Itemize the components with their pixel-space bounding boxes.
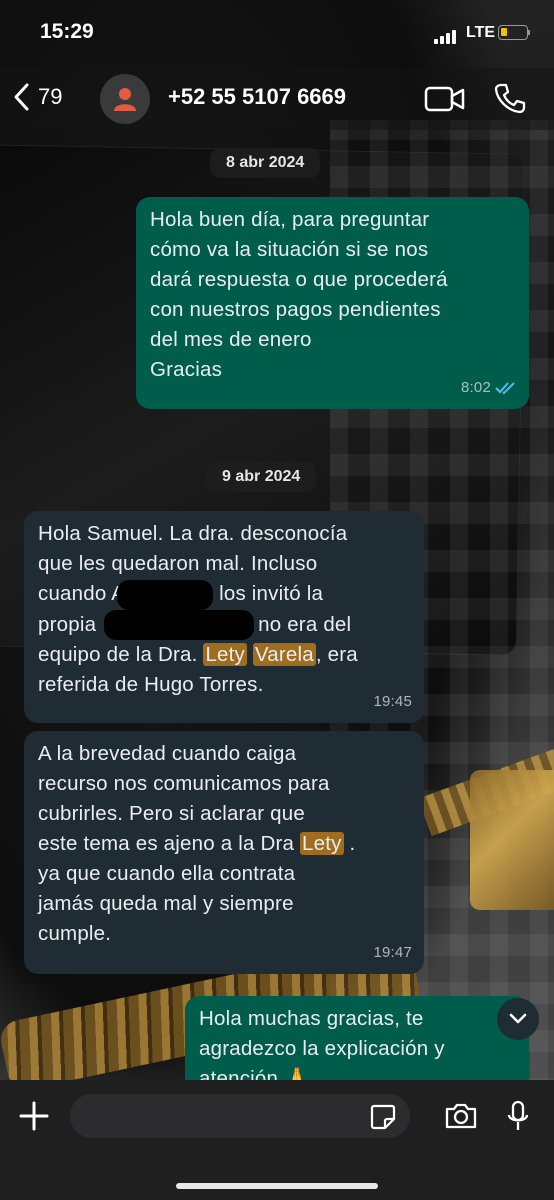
message-line: este tema es ajeno a la Dra Lety . xyxy=(38,829,410,859)
message-line: recurso nos comunicamos para xyxy=(38,772,330,795)
message-line: cubrirles. Pero si aclarar que xyxy=(38,802,305,825)
message-input[interactable] xyxy=(70,1094,410,1138)
text-fragment: propia xyxy=(38,612,97,636)
message-line: dará respuesta o que procederá xyxy=(150,268,448,291)
message-line: Hola buen día, para preguntar xyxy=(150,208,430,231)
video-call-button[interactable] xyxy=(424,86,466,117)
message-line: que les quedaron mal. Incluso xyxy=(38,552,318,575)
message-outgoing[interactable]: Hola buen día, para preguntar cómo va la… xyxy=(136,197,529,409)
contact-name[interactable]: +52 55 5107 6669 xyxy=(168,84,346,110)
signal-icon xyxy=(434,26,458,44)
message-line: Hola Samuel. La dra. desconocía xyxy=(38,522,348,545)
date-separator: 9 abr 2024 xyxy=(206,462,317,492)
message-line: referida de Hugo Torres. xyxy=(38,673,264,697)
composer-bar xyxy=(0,1080,554,1200)
message-line: con nuestros pagos pendientes xyxy=(150,298,441,321)
wallpaper-watch xyxy=(470,770,554,910)
microphone-button[interactable] xyxy=(506,1100,530,1139)
redaction-mark xyxy=(104,610,255,641)
person-icon xyxy=(114,88,136,111)
read-receipt-icon xyxy=(495,382,515,395)
date-separator: 8 abr 2024 xyxy=(210,148,321,178)
message-incoming[interactable]: A la brevedad cuando caiga recurso nos c… xyxy=(24,731,424,974)
text-fragment: cuando A xyxy=(38,582,126,605)
message-meta: 19:47 xyxy=(373,938,412,968)
message-time: 19:45 xyxy=(373,693,412,710)
message-line: cumple. xyxy=(38,922,112,945)
message-meta: 8:02 xyxy=(461,373,517,403)
back-button[interactable]: 79 xyxy=(12,82,62,112)
message-text: A la brevedad cuando caiga recurso nos c… xyxy=(38,739,410,949)
text-fragment: . xyxy=(343,832,356,855)
unread-count: 79 xyxy=(38,84,63,109)
message-line: cómo va la situación si se nos xyxy=(150,238,429,261)
home-indicator xyxy=(176,1183,378,1189)
attach-button[interactable] xyxy=(18,1100,50,1137)
status-bar: 15:29 LTE xyxy=(0,0,554,70)
camera-button[interactable] xyxy=(444,1102,478,1135)
highlighted-word[interactable]: Varela xyxy=(252,643,316,667)
message-line: Hola muchas gracias, te xyxy=(199,1007,424,1030)
plus-icon xyxy=(19,1101,49,1131)
phone-icon xyxy=(494,83,526,114)
contact-avatar[interactable] xyxy=(100,74,150,124)
voice-call-button[interactable] xyxy=(494,82,526,119)
chevron-down-icon xyxy=(509,1013,527,1024)
text-fragment: equipo de la Dra. xyxy=(38,643,198,667)
message-line: cuando A los invitó la xyxy=(38,579,410,610)
text-fragment: los invitó la xyxy=(219,582,324,605)
scroll-to-bottom-button[interactable] xyxy=(497,998,539,1040)
message-line: agradezco la explicación y xyxy=(199,1037,445,1060)
message-line: A la brevedad cuando caiga xyxy=(38,742,297,765)
network-label: LTE xyxy=(466,24,496,41)
message-text: Hola buen día, para preguntar cómo va la… xyxy=(150,205,515,385)
chevron-left-icon xyxy=(14,83,29,111)
redaction-mark xyxy=(117,579,214,610)
highlighted-word[interactable]: Lety xyxy=(203,643,248,667)
camera-icon xyxy=(445,1103,477,1129)
message-line: propia no era del xyxy=(38,610,410,641)
message-line: ya que cuando ella contrata xyxy=(38,862,296,885)
microphone-icon xyxy=(507,1100,529,1130)
message-line: jamás queda mal y siempre xyxy=(38,892,294,915)
status-time: 15:29 xyxy=(40,20,94,43)
message-text: Hola Samuel. La dra. desconocía que les … xyxy=(38,519,410,700)
message-line: equipo de la Dra. Lety Varela, era xyxy=(38,640,410,670)
sticker-icon xyxy=(370,1104,396,1130)
battery-icon xyxy=(498,25,530,40)
text-fragment: no era del xyxy=(258,612,352,636)
sticker-button[interactable] xyxy=(370,1104,396,1135)
text-fragment: , era xyxy=(315,643,358,667)
message-meta: 19:45 xyxy=(373,687,412,717)
highlighted-word[interactable]: Lety xyxy=(300,832,344,855)
video-camera-icon xyxy=(424,86,465,112)
message-time: 19:47 xyxy=(373,944,412,961)
message-time: 8:02 xyxy=(461,379,491,396)
message-line: del mes de enero xyxy=(150,328,312,351)
message-incoming[interactable]: Hola Samuel. La dra. desconocía que les … xyxy=(24,511,424,723)
text-fragment: este tema es ajeno a la Dra xyxy=(38,832,295,855)
chat-header: 79 +52 55 5107 6669 xyxy=(0,68,554,130)
